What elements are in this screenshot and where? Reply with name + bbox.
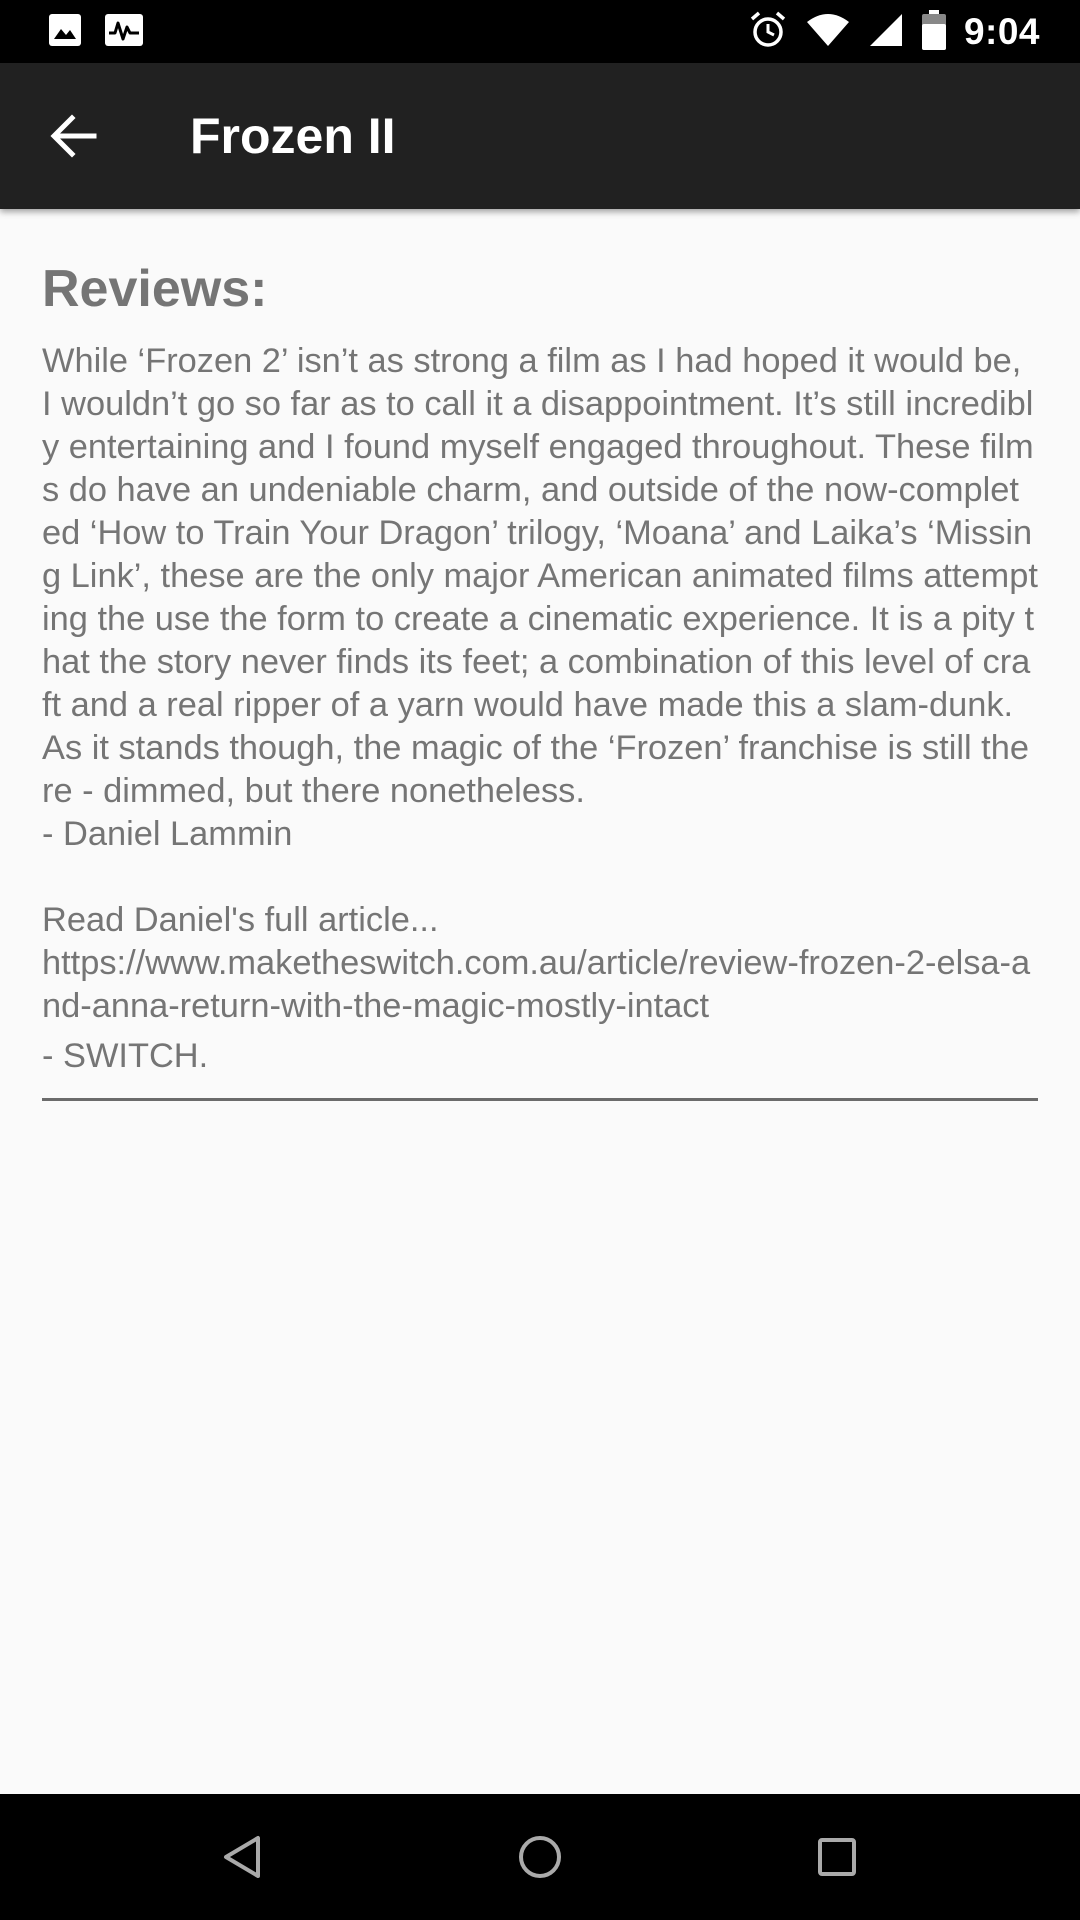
image-icon — [48, 13, 82, 51]
nav-back-icon — [220, 1833, 264, 1885]
divider — [42, 1098, 1038, 1101]
nav-recents-icon — [815, 1835, 859, 1883]
review-content: Reviews: While ‘Frozen 2’ isn’t as stron… — [42, 258, 1038, 1101]
status-time: 9:04 — [963, 11, 1040, 52]
alarm-icon — [748, 10, 788, 54]
app-bar: Frozen II — [0, 63, 1080, 209]
signal-icon — [868, 12, 904, 52]
review-body: While ‘Frozen 2’ isn’t as strong a film … — [42, 342, 1038, 1025]
status-right-icons: 9:04 — [748, 8, 1040, 56]
reviews-heading: Reviews: — [42, 260, 268, 318]
wifi-icon — [806, 12, 850, 52]
arrow-left-icon — [50, 114, 98, 162]
nav-home-button[interactable] — [505, 1824, 575, 1894]
review-source: - SWITCH. — [42, 1037, 209, 1075]
nav-recents-button[interactable] — [802, 1824, 872, 1894]
activity-icon — [104, 13, 144, 51]
back-button[interactable] — [36, 103, 112, 173]
status-left-icons — [48, 12, 144, 52]
status-bar: 9:04 — [0, 0, 1080, 63]
page-title: Frozen II — [190, 108, 396, 164]
battery-icon — [921, 10, 946, 54]
navigation-bar — [0, 1794, 1080, 1920]
nav-back-button[interactable] — [207, 1824, 277, 1894]
nav-home-icon — [516, 1833, 564, 1885]
